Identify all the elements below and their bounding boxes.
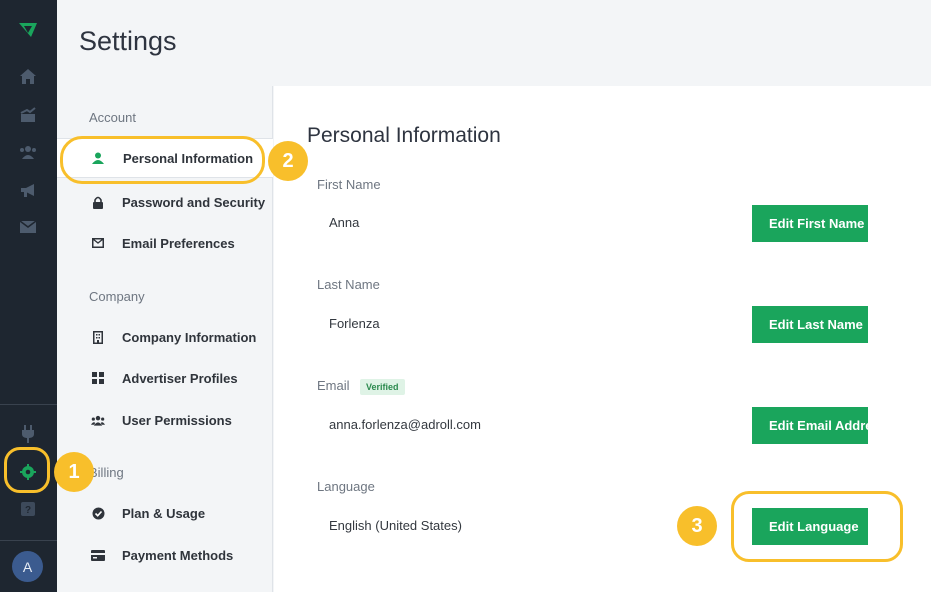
edit-last-name-button[interactable]: Edit Last Name (752, 306, 868, 343)
rail-divider (0, 540, 57, 541)
app-rail: ? A (0, 0, 57, 592)
credit-card-icon (91, 548, 105, 562)
page-header: Settings (57, 0, 931, 86)
edit-email-address-button[interactable]: Edit Email Address (752, 407, 868, 444)
envelope-icon (91, 236, 105, 250)
first-name-label: First Name (317, 177, 381, 192)
highlight-ring-personal-information (60, 136, 265, 184)
page-title: Settings (79, 26, 177, 56)
users-icon (91, 413, 105, 427)
last-name-label: Last Name (317, 277, 380, 292)
nav-item-label: Email Preferences (122, 235, 235, 251)
highlight-ring-settings (4, 447, 50, 493)
nav-item-label: Company Information (122, 329, 257, 345)
nav-item-plan-and-usage[interactable]: Plan & Usage (57, 493, 273, 533)
lock-icon (91, 195, 105, 209)
email-value: anna.forlenza@adroll.com (329, 417, 481, 432)
edit-first-name-button[interactable]: Edit First Name (752, 205, 868, 242)
nav-item-password-and-security[interactable]: Password and Security (57, 182, 273, 222)
language-value: English (United States) (329, 518, 462, 533)
avatar[interactable]: A (12, 551, 43, 582)
email-label: Email (317, 378, 350, 393)
help-icon[interactable]: ? (18, 499, 38, 519)
step-badge-2: 2 (268, 141, 308, 181)
nav-item-email-preferences[interactable]: Email Preferences (57, 223, 273, 263)
nav-item-label: User Permissions (122, 412, 232, 428)
plug-icon[interactable] (18, 424, 38, 444)
nav-item-advertiser-profiles[interactable]: Advertiser Profiles (57, 358, 273, 398)
home-icon[interactable] (18, 66, 38, 86)
section-heading-company: Company (89, 289, 145, 304)
nav-item-user-permissions[interactable]: User Permissions (57, 400, 273, 440)
chart-icon[interactable] (18, 104, 38, 124)
panel-title: Personal Information (307, 124, 501, 147)
rail-divider (0, 404, 57, 405)
nav-item-company-information[interactable]: Company Information (57, 317, 273, 357)
logo-icon[interactable] (18, 20, 38, 40)
verified-badge: Verified (360, 379, 405, 395)
nav-item-label: Plan & Usage (122, 505, 206, 521)
section-heading-account: Account (89, 110, 136, 125)
step-badge-3: 3 (677, 506, 717, 546)
mail-icon[interactable] (18, 217, 38, 237)
check-badge-icon (91, 506, 105, 520)
users-icon[interactable] (18, 142, 38, 162)
nav-item-label: Password and Security (122, 194, 266, 210)
step-badge-1: 1 (54, 452, 94, 492)
megaphone-icon[interactable] (18, 180, 38, 200)
last-name-value: Forlenza (329, 316, 380, 331)
nav-item-label: Advertiser Profiles (122, 370, 238, 386)
section-heading-billing: Billing (89, 465, 124, 480)
highlight-ring-edit-language (731, 491, 903, 562)
nav-item-payment-methods[interactable]: Payment Methods (57, 535, 273, 575)
nav-item-label: Payment Methods (122, 547, 234, 563)
language-label: Language (317, 479, 375, 494)
building-icon (91, 330, 105, 344)
grid-icon (91, 371, 105, 385)
svg-text:?: ? (25, 505, 31, 516)
first-name-value: Anna (329, 215, 360, 230)
